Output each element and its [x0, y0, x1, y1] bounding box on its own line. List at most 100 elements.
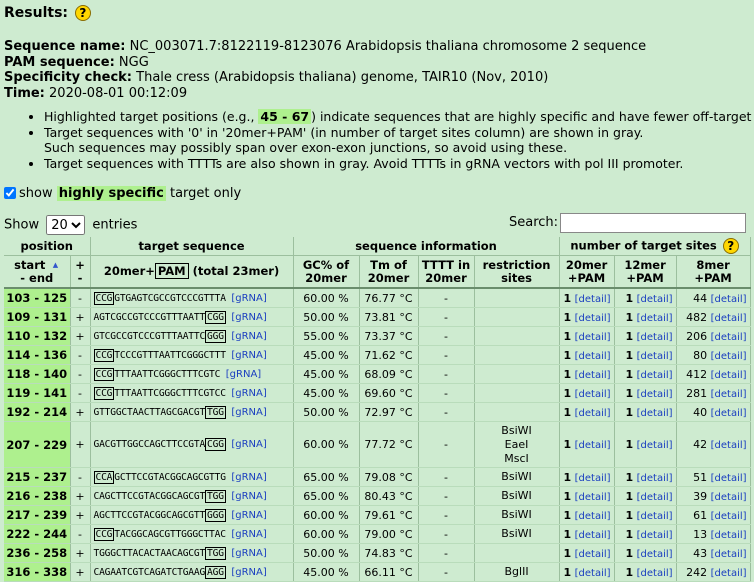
pam-box: GGG — [205, 508, 226, 522]
tttt-cell: - — [418, 524, 475, 544]
detail-link[interactable]: [detail] — [711, 568, 747, 579]
note-gray: Target sequences with '0' in '20mer+PAM'… — [44, 125, 754, 156]
target-sites-help-icon[interactable]: ? — [722, 238, 739, 254]
col-20mer[interactable]: 20mer +PAM — [559, 255, 615, 289]
detail-link[interactable]: [detail] — [637, 294, 673, 305]
col-8mer[interactable]: 8mer +PAM — [676, 255, 751, 289]
detail-link[interactable]: [detail] — [637, 408, 673, 419]
detail-link[interactable]: [detail] — [711, 473, 747, 484]
sequence-cell: AGTCGCCGTCCCGTTTAATT CGG [gRNA] — [90, 307, 294, 327]
tm-cell: 66.11 °C — [359, 562, 419, 582]
detail-link[interactable]: [detail] — [637, 389, 673, 400]
detail-link[interactable]: [detail] — [637, 313, 673, 324]
count-8mer-cell: 39 [detail] — [676, 486, 751, 506]
detail-link[interactable]: [detail] — [575, 408, 611, 419]
col-12mer[interactable]: 12mer +PAM — [614, 255, 677, 289]
position-cell: 118 - 140 — [4, 364, 71, 384]
detail-link[interactable]: [detail] — [575, 530, 611, 541]
detail-link[interactable]: [detail] — [711, 511, 747, 522]
detail-link[interactable]: [detail] — [637, 351, 673, 362]
detail-link[interactable]: [detail] — [711, 351, 747, 362]
count-12mer-cell: 1 [detail] — [614, 467, 677, 487]
grna-link[interactable]: [gRNA] — [231, 548, 266, 559]
restriction-cell: BglII — [474, 562, 560, 582]
count-12mer-cell: 1 [detail] — [614, 288, 677, 308]
col-gc[interactable]: GC% of 20mer — [293, 255, 360, 289]
detail-link[interactable]: [detail] — [575, 389, 611, 400]
sequence-cell: TGGGCTTACACTAACAGCGT TGG [gRNA] — [90, 543, 294, 563]
col-tm[interactable]: Tm of 20mer — [359, 255, 419, 289]
detail-link[interactable]: [detail] — [637, 370, 673, 381]
detail-link[interactable]: [detail] — [637, 568, 673, 579]
pam-sequence: NGG — [118, 54, 149, 70]
detail-link[interactable]: [detail] — [575, 351, 611, 362]
position-cell: 222 - 244 — [4, 524, 71, 544]
detail-link[interactable]: [detail] — [575, 440, 611, 451]
grna-link[interactable]: [gRNA] — [231, 472, 266, 483]
grna-link[interactable]: [gRNA] — [231, 350, 266, 361]
detail-link[interactable]: [detail] — [575, 294, 611, 305]
col-tttt[interactable]: TTTT in 20mer — [418, 255, 475, 289]
grna-link[interactable]: [gRNA] — [231, 529, 266, 540]
position-cell: 207 - 229 — [4, 421, 71, 468]
grna-link[interactable]: [gRNA] — [231, 331, 266, 342]
grna-link[interactable]: [gRNA] — [231, 567, 266, 578]
grna-link[interactable]: [gRNA] — [231, 293, 266, 304]
col-sequence[interactable]: 20mer+ PAM (total 23mer) — [90, 255, 294, 289]
detail-link[interactable]: [detail] — [637, 530, 673, 541]
pam-box: GGG — [205, 329, 226, 343]
detail-link[interactable]: [detail] — [637, 511, 673, 522]
col-start-end[interactable]: start ▲ - end — [4, 255, 71, 289]
table-row: 217 - 239 + AGCTTCCGTACGGCAGCGTT GGG [gRNA]… — [4, 505, 751, 525]
detail-link[interactable]: [detail] — [711, 332, 747, 343]
strand-cell: - — [70, 383, 91, 403]
detail-link[interactable]: [detail] — [637, 549, 673, 560]
detail-link[interactable]: [detail] — [711, 530, 747, 541]
sequence-name-line: Sequence name: NC_003071.7:8122119-81230… — [4, 39, 647, 54]
filter-row: show highly specific target only — [4, 186, 241, 201]
gc-cell: 60.00 % — [293, 524, 360, 544]
count-8mer-cell: 43 [detail] — [676, 543, 751, 563]
detail-link[interactable]: [detail] — [711, 294, 747, 305]
col-restriction[interactable]: restriction sites — [474, 255, 560, 289]
detail-link[interactable]: [detail] — [711, 440, 747, 451]
detail-link[interactable]: [detail] — [637, 440, 673, 451]
detail-link[interactable]: [detail] — [711, 492, 747, 503]
grna-link[interactable]: [gRNA] — [231, 491, 266, 502]
detail-link[interactable]: [detail] — [711, 370, 747, 381]
sequence-cell: CCG TTTAATTCGGGCTTTCGTC [gRNA] — [90, 364, 294, 384]
grna-link[interactable]: [gRNA] — [231, 312, 266, 323]
detail-link[interactable]: [detail] — [575, 568, 611, 579]
pam-box: TGG — [205, 546, 226, 560]
detail-link[interactable]: [detail] — [711, 549, 747, 560]
grna-link[interactable]: [gRNA] — [226, 369, 261, 380]
detail-link[interactable]: [detail] — [711, 408, 747, 419]
detail-link[interactable]: [detail] — [575, 473, 611, 484]
detail-link[interactable]: [detail] — [637, 473, 673, 484]
detail-link[interactable]: [detail] — [575, 332, 611, 343]
detail-link[interactable]: [detail] — [711, 313, 747, 324]
detail-link[interactable]: [detail] — [575, 370, 611, 381]
grna-link[interactable]: [gRNA] — [231, 407, 266, 418]
highly-specific-checkbox[interactable] — [4, 187, 16, 199]
restriction-cell: BsiWI — [474, 524, 560, 544]
col-strand[interactable]: + - — [70, 255, 91, 289]
count-20mer-cell: 1 [detail] — [559, 486, 615, 506]
detail-link[interactable]: [detail] — [575, 492, 611, 503]
detail-link[interactable]: [detail] — [637, 492, 673, 503]
grna-link[interactable]: [gRNA] — [231, 510, 266, 521]
position-cell: 236 - 258 — [4, 543, 71, 563]
search-input[interactable] — [560, 213, 746, 233]
restriction-cell — [474, 307, 560, 327]
detail-link[interactable]: [detail] — [575, 549, 611, 560]
grna-link[interactable]: [gRNA] — [231, 439, 266, 450]
help-icon[interactable]: ? — [74, 5, 91, 21]
detail-link[interactable]: [detail] — [575, 313, 611, 324]
count-12mer-cell: 1 [detail] — [614, 383, 677, 403]
table-row: 110 - 132 + GTCGCCGTCCCGTTTAATTC GGG [gRNA]… — [4, 326, 751, 346]
grna-link[interactable]: [gRNA] — [231, 388, 266, 399]
detail-link[interactable]: [detail] — [711, 389, 747, 400]
detail-link[interactable]: [detail] — [637, 332, 673, 343]
entries-select[interactable]: 20 — [46, 215, 86, 235]
detail-link[interactable]: [detail] — [575, 511, 611, 522]
